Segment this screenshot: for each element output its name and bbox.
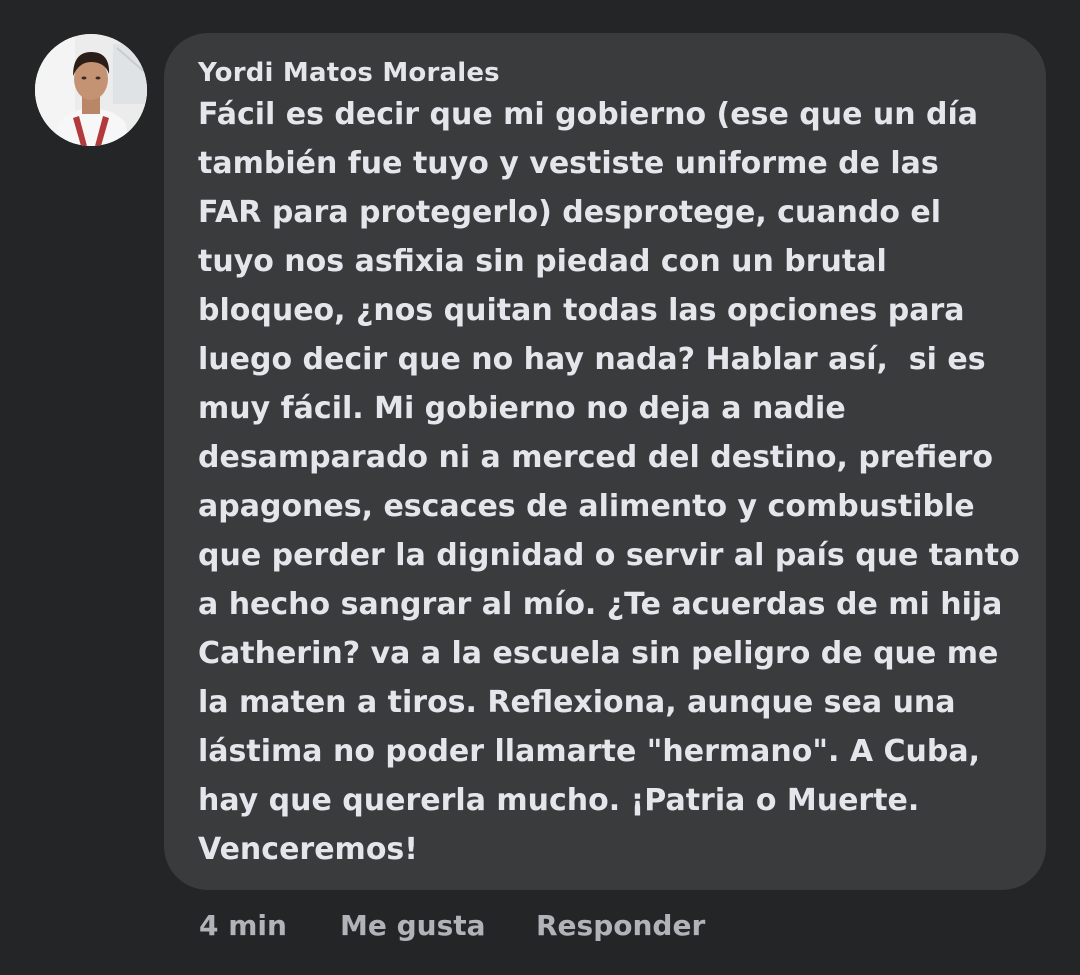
comment-timestamp[interactable]: 4 min: [199, 909, 340, 942]
avatar[interactable]: [35, 34, 147, 146]
comment-line: desamparado ni a merced del destino, pre…: [198, 440, 993, 475]
like-button[interactable]: Me gusta: [340, 909, 536, 942]
avatar-photo: [35, 34, 147, 146]
comment-line: FAR para protegerlo) desprotege, cuando …: [198, 195, 942, 230]
comment-line: que perder la dignidad o servir al país …: [198, 538, 1020, 573]
comment-line: tuyo nos asfixia sin piedad con un bruta…: [198, 244, 887, 279]
comment-bubble: Yordi Matos Morales Fácil es decir que m…: [164, 33, 1046, 890]
comment-line: Fácil es decir que mi gobierno (ese que …: [198, 97, 979, 132]
comment-line: luego decir que no hay nada? Hablar así,…: [198, 342, 986, 377]
comment-line: también fue tuyo y vestiste uniforme de …: [198, 146, 939, 181]
comment-text: Fácil es decir que mi gobierno (ese que …: [198, 90, 1026, 874]
comment-line: hay que quererla mucho. ¡Patria o Muerte…: [198, 783, 920, 818]
comment-line: Catherin? va a la escuela sin peligro de…: [198, 636, 999, 671]
comment-line: a hecho sangrar al mío. ¿Te acuerdas de …: [198, 587, 1003, 622]
comment-line: apagones, escaces de alimento y combusti…: [198, 489, 975, 524]
comment-line: muy fácil. Mi gobierno no deja a nadie: [198, 391, 846, 426]
comment-line: la maten a tiros. Reflexiona, aunque sea…: [198, 685, 956, 720]
comment-line: lástima no poder llamarte "hermano". A C…: [198, 734, 980, 769]
comment-line: bloqueo, ¿nos quitan todas las opciones …: [198, 293, 965, 328]
comment-thread: Yordi Matos Morales Fácil es decir que m…: [0, 0, 1080, 975]
reply-button[interactable]: Responder: [536, 909, 705, 942]
comment-author-name[interactable]: Yordi Matos Morales: [198, 56, 1026, 90]
comment-line: Venceremos!: [198, 832, 418, 867]
comment-actions: 4 min Me gusta Responder: [199, 902, 705, 948]
